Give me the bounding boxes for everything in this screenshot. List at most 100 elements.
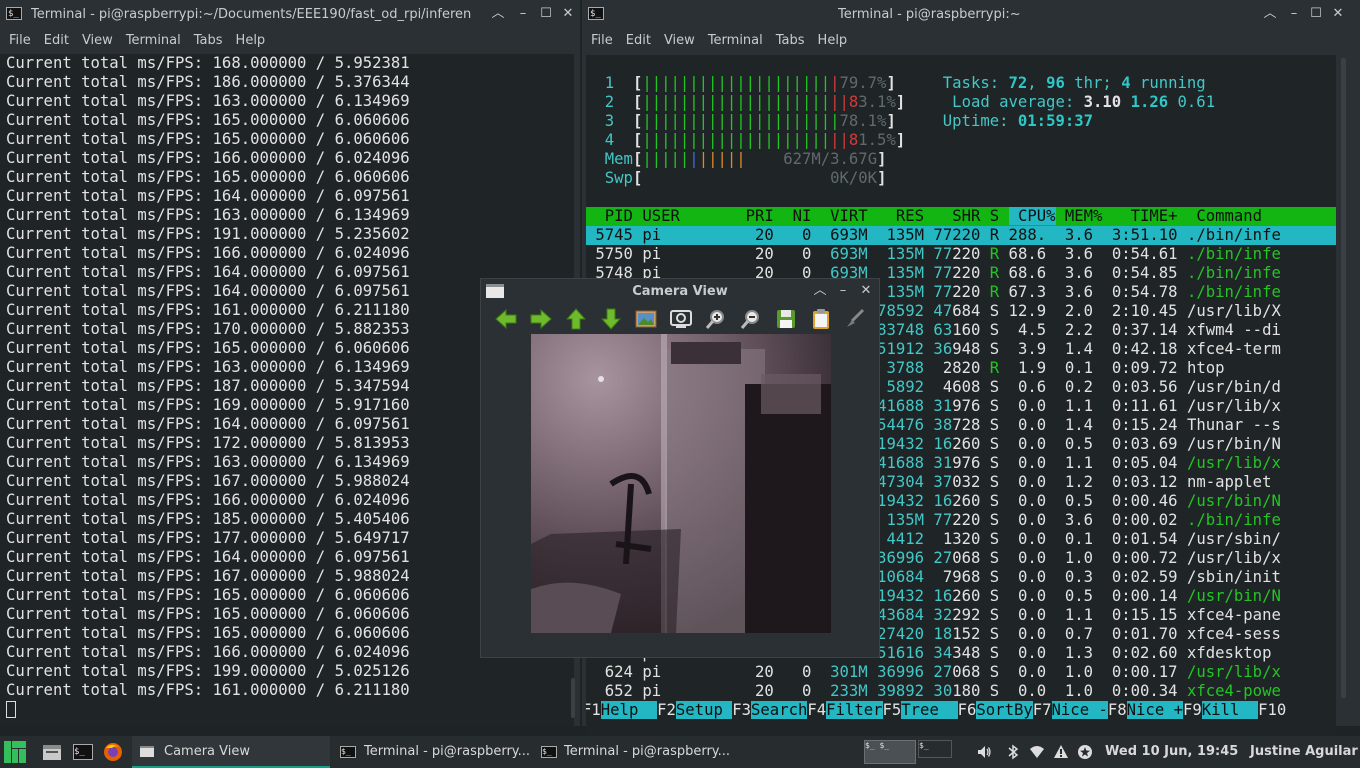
user-name[interactable]: Justine Aguilar (1250, 736, 1358, 768)
left-terminal-titlebar[interactable]: $_ Terminal - pi@raspberrypi:~/Documents… (0, 0, 580, 30)
chevron-up-icon[interactable]: ︿ (812, 283, 828, 299)
header-cmd[interactable]: Command (1187, 207, 1262, 225)
menu-tabs[interactable]: Tabs (776, 30, 805, 52)
header-mem[interactable]: MEM% (1056, 207, 1103, 225)
fkey-label-f9[interactable]: Kill (1201, 701, 1259, 719)
fkey-f3[interactable]: F3 (732, 701, 751, 719)
menu-edit[interactable]: Edit (626, 30, 651, 52)
terminal-launcher-icon[interactable]: $_ (73, 744, 93, 760)
fkey-label-f7[interactable]: Nice - (1051, 701, 1108, 719)
maximize-button[interactable]: ☐ (538, 6, 554, 22)
header-ni[interactable]: NI (774, 207, 812, 225)
taskbar-terminal-2[interactable]: $_ Terminal - pi@raspberry... (537, 736, 737, 768)
state: S (980, 682, 1000, 700)
menu-view[interactable]: View (82, 30, 113, 52)
image-icon[interactable] (633, 306, 659, 332)
arrow-down-icon[interactable] (598, 306, 624, 332)
bluetooth-icon[interactable] (1006, 744, 1020, 760)
fkey-f2[interactable]: F2 (657, 701, 676, 719)
fkey-f7[interactable]: F7 (1033, 701, 1052, 719)
menu-help[interactable]: Help (236, 30, 266, 52)
header-res[interactable]: RES (868, 207, 924, 225)
arrow-left-icon[interactable] (493, 306, 519, 332)
res: 39892 (867, 682, 925, 700)
left-scrollbar-thumb[interactable] (571, 678, 575, 718)
fkey-label-f6[interactable]: SortBy (976, 701, 1033, 719)
process-table-header[interactable]: PID USER PRI NI VIRT RES SHR S CPU% MEM%… (586, 207, 1336, 226)
brush-icon[interactable] (843, 306, 869, 332)
maximize-button[interactable]: ☐ (1308, 6, 1324, 22)
process-row[interactable]: 5745 pi 20 0 693M 135M 77220 R 288. 3.6 … (586, 226, 1336, 245)
taskbar-terminal-1[interactable]: $_ Terminal - pi@raspberry... (336, 736, 532, 768)
process-row[interactable]: 652 pi 20 0 233M 39892 30180 S 0.0 1.0 0… (586, 682, 1336, 701)
chevron-up-icon[interactable]: ︿ (1262, 6, 1278, 22)
fkey-f8[interactable]: F8 (1108, 701, 1127, 719)
header-pid[interactable]: PID (586, 207, 633, 225)
menu-view[interactable]: View (664, 30, 695, 52)
process-row[interactable]: 624 pi 20 0 301M 36996 27068 S 0.0 1.0 0… (586, 663, 1336, 682)
workspace-switcher[interactable]: $_ $_ $_ (864, 740, 952, 764)
minimize-button[interactable]: – (515, 6, 531, 22)
clock[interactable]: Wed 10 Jun, 19:45 (1105, 736, 1238, 768)
close-button[interactable]: ✕ (1330, 6, 1346, 22)
fkey-label-f8[interactable]: Nice + (1126, 701, 1183, 719)
fkey-label-f3[interactable]: Search (751, 701, 808, 719)
terminal-line: Current total ms/FPS: 164.000000 / 6.097… (6, 187, 410, 205)
chevron-up-icon[interactable]: ︿ (490, 6, 506, 22)
camera-view-window[interactable]: Camera View ︿ – ✕ (480, 278, 880, 658)
wifi-icon[interactable] (1029, 744, 1045, 760)
pri: 20 (736, 682, 774, 700)
menu-terminal[interactable]: Terminal (708, 30, 763, 52)
arrow-up-icon[interactable] (563, 306, 589, 332)
header-pri[interactable]: PRI (727, 207, 774, 225)
right-scrollbar-thumb[interactable] (1341, 58, 1346, 698)
clipboard-icon[interactable] (808, 306, 834, 332)
close-button[interactable]: ✕ (858, 283, 874, 299)
screenshot-icon[interactable] (668, 306, 694, 332)
fkey-f1[interactable]: F1 (586, 701, 601, 719)
menu-terminal[interactable]: Terminal (126, 30, 181, 52)
taskbar-camera-view[interactable]: Camera View (132, 736, 330, 768)
header-s[interactable]: S (980, 207, 999, 225)
right-terminal-titlebar[interactable]: $_ Terminal - pi@raspberrypi:~ ︿ – ☐ ✕ (582, 0, 1360, 30)
close-button[interactable]: ✕ (560, 6, 576, 22)
menu-file[interactable]: File (591, 30, 613, 52)
zoom-in-icon[interactable] (703, 306, 729, 332)
camera-titlebar[interactable]: Camera View ︿ – ✕ (481, 279, 879, 305)
fkey-f6[interactable]: F6 (958, 701, 977, 719)
save-icon[interactable] (773, 306, 799, 332)
minimize-button[interactable]: – (835, 283, 851, 299)
load-label: Load average: (905, 93, 1084, 111)
header-time[interactable]: TIME+ (1102, 207, 1187, 225)
header-shr[interactable]: SHR (924, 207, 980, 225)
menu-edit[interactable]: Edit (44, 30, 69, 52)
workspace-2[interactable]: $_ (918, 740, 952, 758)
fkey-f5[interactable]: F5 (883, 701, 902, 719)
fkey-label-f5[interactable]: Tree (901, 701, 958, 719)
process-row[interactable]: 5750 pi 20 0 693M 135M 77220 R 68.6 3.6 … (586, 245, 1336, 264)
arrow-right-icon[interactable] (528, 306, 554, 332)
fkey-label-f1[interactable]: Help (600, 701, 658, 719)
fkey-label-f2[interactable]: Setup (675, 701, 733, 719)
power-icon[interactable] (1053, 744, 1069, 760)
command: htop (1177, 359, 1225, 377)
minimize-button[interactable]: – (1286, 6, 1302, 22)
file-manager-icon[interactable] (42, 743, 62, 761)
workspace-1[interactable]: $_ $_ (864, 740, 916, 764)
header-user[interactable]: USER (633, 207, 727, 225)
notification-icon[interactable] (1077, 744, 1093, 760)
volume-icon[interactable] (976, 744, 992, 760)
zoom-out-icon[interactable] (738, 306, 764, 332)
menu-tabs[interactable]: Tabs (194, 30, 223, 52)
fkey-label-f4[interactable]: Filter (826, 701, 883, 719)
menu-file[interactable]: File (9, 30, 31, 52)
firefox-icon[interactable] (103, 742, 123, 762)
fkey-f9[interactable]: F9 (1183, 701, 1202, 719)
header-cpu[interactable]: CPU% (1008, 207, 1056, 225)
menu-help[interactable]: Help (818, 30, 848, 52)
header-virt[interactable]: VIRT (811, 207, 868, 225)
fkey-f4[interactable]: F4 (807, 701, 826, 719)
manjaro-menu-icon[interactable] (3, 740, 27, 764)
terminal-cursor[interactable] (6, 700, 574, 719)
fkey-f10[interactable]: F10 (1258, 701, 1286, 719)
